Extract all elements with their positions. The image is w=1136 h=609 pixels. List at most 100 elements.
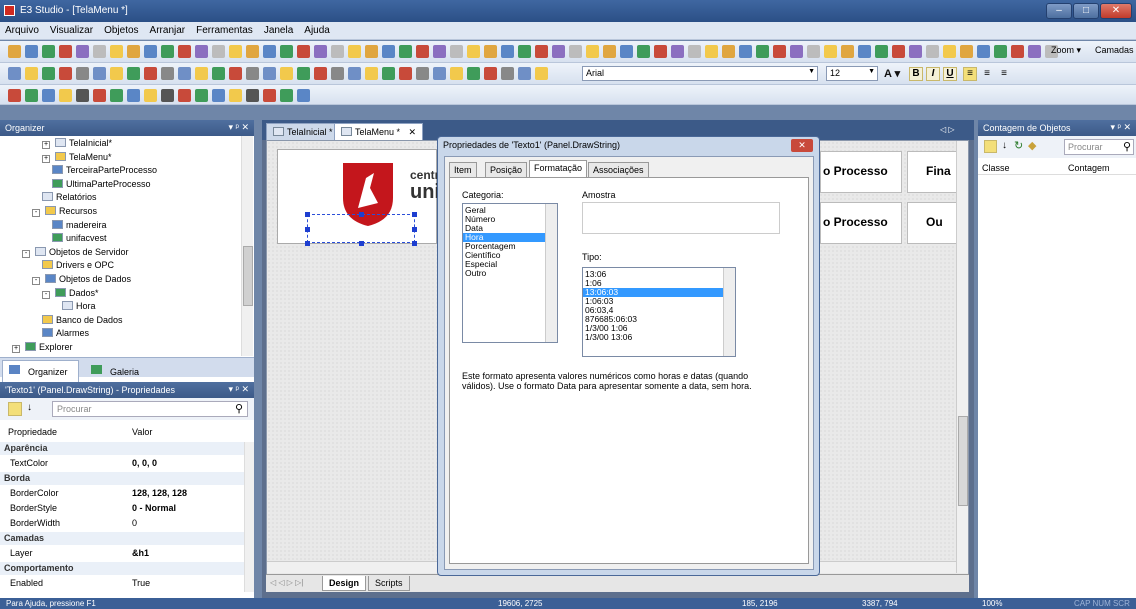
zoom-dropdown[interactable]: Zoom ▾ (1048, 44, 1088, 59)
toolbar-tool-icon[interactable] (433, 45, 446, 58)
toolbar-tool-icon[interactable] (280, 67, 293, 80)
toolbar-tool-icon[interactable] (263, 89, 276, 102)
toolbar-tool-icon[interactable] (246, 67, 259, 80)
toolbar-tool-icon[interactable] (416, 67, 429, 80)
toolbar-tool-icon[interactable] (195, 67, 208, 80)
toolbar-tool-icon[interactable] (994, 45, 1007, 58)
property-value[interactable]: 128, 128, 128 (132, 488, 187, 498)
property-value[interactable]: 0 - Normal (132, 503, 176, 513)
tab-item[interactable]: Item (449, 162, 477, 177)
toolbar-tool-icon[interactable] (161, 45, 174, 58)
tab-scroll-arrows[interactable]: ◁ ▷ (940, 125, 955, 134)
category-list-scrollbar[interactable] (545, 204, 557, 342)
toolbar-tool-icon[interactable] (212, 45, 225, 58)
finalizar-button[interactable]: Fina (907, 151, 959, 193)
processo-button-1[interactable]: o Processo (820, 151, 902, 193)
properties-scrollbar[interactable] (244, 442, 254, 592)
italic-button[interactable]: I (926, 67, 940, 81)
toolbar-tool-icon[interactable] (8, 67, 21, 80)
font-name-dropdown[interactable]: Arial ▼ (582, 66, 818, 81)
tree-item[interactable]: TerceiraParteProcesso (52, 165, 157, 175)
tree-item[interactable]: Relatórios (42, 192, 97, 202)
toolbar-tool-icon[interactable] (110, 67, 123, 80)
property-value[interactable]: 0, 0, 0 (132, 458, 157, 468)
menu-ferramentas[interactable]: Ferramentas (191, 22, 259, 36)
toolbar-tool-icon[interactable] (382, 45, 395, 58)
tree-item[interactable]: Hora (62, 301, 96, 311)
tab-associacoes[interactable]: Associações (588, 162, 649, 177)
property-category[interactable]: Camadas (0, 532, 244, 545)
property-row[interactable]: Layer &h1 (0, 547, 244, 560)
property-value[interactable]: &h1 (132, 548, 149, 558)
toolbar-tool-icon[interactable] (110, 45, 123, 58)
toolbar-tool-icon[interactable] (195, 89, 208, 102)
toolbar-tool-icon[interactable] (773, 45, 786, 58)
toolbar-tool-icon[interactable] (314, 45, 327, 58)
menu-ajuda[interactable]: Ajuda (299, 22, 336, 36)
collapse-icon[interactable]: - (42, 290, 50, 299)
toolbar-tool-icon[interactable] (467, 45, 480, 58)
toolbar-tool-icon[interactable] (586, 45, 599, 58)
toolbar-tool-icon[interactable] (127, 67, 140, 80)
toolbar-tool-icon[interactable] (76, 89, 89, 102)
align-left-button[interactable]: ≡ (963, 67, 977, 81)
toolbar-tool-icon[interactable] (246, 45, 259, 58)
tab-telamenu[interactable]: TelaMenu * ✕ (334, 123, 424, 140)
tab-scripts[interactable]: Scripts (368, 576, 410, 591)
object-count-search-input[interactable]: Procurar ⚲ (1064, 139, 1134, 155)
organizer-scrollbar[interactable] (241, 136, 253, 356)
toolbar-tool-icon[interactable] (42, 89, 55, 102)
tree-item[interactable]: Drivers e OPC (42, 260, 114, 270)
toolbar-tool-icon[interactable] (59, 89, 72, 102)
toolbar-tool-icon[interactable] (195, 45, 208, 58)
tree-item[interactable]: madereira (52, 219, 107, 230)
property-row[interactable]: Enabled True (0, 577, 244, 590)
toolbar-tool-icon[interactable] (93, 45, 106, 58)
toolbar-tool-icon[interactable] (484, 45, 497, 58)
toolbar-tool-icon[interactable] (42, 45, 55, 58)
toolbar-tool-icon[interactable] (671, 45, 684, 58)
toolbar-tool-icon[interactable] (331, 45, 344, 58)
tab-telainicial[interactable]: TelaInicial * (266, 123, 340, 140)
property-row[interactable]: BorderColor 128, 128, 128 (0, 487, 244, 500)
toolbar-tool-icon[interactable] (365, 67, 378, 80)
toolbar-tool-icon[interactable] (756, 45, 769, 58)
expand-icon[interactable]: + (42, 154, 50, 163)
canvas-vertical-scrollbar[interactable] (956, 141, 968, 573)
type-option[interactable]: 13:06 (583, 270, 723, 279)
toolbar-tool-icon[interactable] (552, 45, 565, 58)
collapse-icon[interactable]: - (32, 277, 40, 285)
toolbar-tool-icon[interactable] (1028, 45, 1041, 58)
toolbar-tool-icon[interactable] (8, 89, 21, 102)
tree-item[interactable]: UltimaParteProcesso (52, 178, 151, 189)
toolbar-tool-icon[interactable] (127, 45, 140, 58)
toolbar-tool-icon[interactable] (484, 67, 497, 80)
toolbar-tool-icon[interactable] (416, 45, 429, 58)
toolbar-tool-icon[interactable] (467, 67, 480, 80)
toolbar-tool-icon[interactable] (42, 67, 55, 80)
tab-nav-arrows[interactable]: ◁ ◁ ▷ ▷| (270, 578, 303, 587)
toolbar-tool-icon[interactable] (501, 45, 514, 58)
toolbar-tool-icon[interactable] (841, 45, 854, 58)
toolbar-tool-icon[interactable] (637, 45, 650, 58)
toolbar-tool-icon[interactable] (178, 45, 191, 58)
toolbar-tool-icon[interactable] (8, 45, 21, 58)
expand-icon[interactable]: + (42, 141, 50, 149)
toolbar-tool-icon[interactable] (297, 89, 310, 102)
toolbar-tool-icon[interactable] (25, 45, 38, 58)
category-list[interactable]: Geral Número Data Hora Porcentagem Científico… (462, 203, 558, 343)
toolbar-tool-icon[interactable] (212, 67, 225, 80)
tree-item[interactable]: unifacvest (52, 233, 107, 243)
tree-item[interactable]: Alarmes (42, 328, 89, 338)
tree-item[interactable]: + TelaMenu* (42, 151, 112, 163)
menu-arquivo[interactable]: Arquivo (0, 22, 45, 36)
selected-text-object[interactable] (305, 212, 417, 246)
toolbar-tool-icon[interactable] (1011, 45, 1024, 58)
toolbar-tool-icon[interactable] (824, 45, 837, 58)
toolbar-tool-icon[interactable] (212, 89, 225, 102)
tree-item[interactable]: - Objetos de Servidor (22, 246, 129, 258)
toolbar-tool-icon[interactable] (365, 45, 378, 58)
collapse-icon[interactable]: - (22, 249, 30, 258)
toolbar-tool-icon[interactable] (620, 45, 633, 58)
toolbar-tool-icon[interactable] (535, 67, 548, 80)
